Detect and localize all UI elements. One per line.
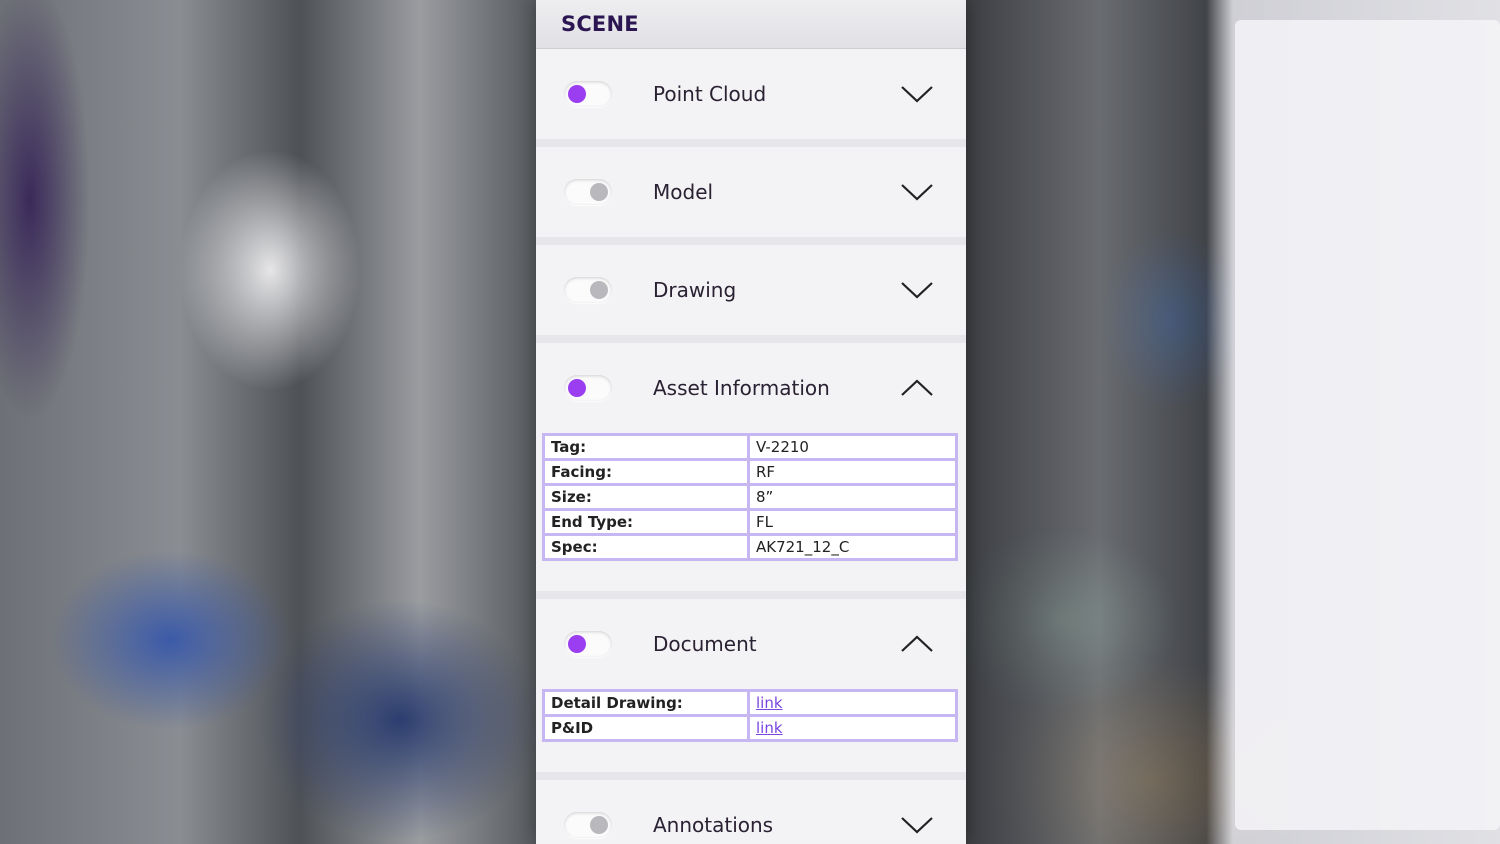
table-row: Size: 8” <box>545 486 955 508</box>
asset-information-table: Tag: V-2210 Facing: RF Size: 8” End Type… <box>542 433 958 561</box>
row-value: FL <box>750 511 955 533</box>
scene-panel: SCENE Point Cloud Model Drawing Asset In… <box>536 0 966 844</box>
pid-link[interactable]: link <box>756 719 783 737</box>
drawing-toggle[interactable] <box>564 277 612 303</box>
section-point-cloud: Point Cloud <box>536 49 966 147</box>
background-blurred-panel <box>1235 20 1500 830</box>
row-value: link <box>750 717 955 739</box>
toggle-knob <box>568 379 586 397</box>
row-value: AK721_12_C <box>750 536 955 558</box>
row-value: link <box>750 692 955 714</box>
chevron-up-icon[interactable] <box>900 634 934 654</box>
section-document: Document Detail Drawing: link P&ID link <box>536 599 966 780</box>
section-drawing: Drawing <box>536 245 966 343</box>
section-header-annotations[interactable]: Annotations <box>536 780 966 844</box>
point-cloud-toggle[interactable] <box>564 81 612 107</box>
detail-drawing-link[interactable]: link <box>756 694 783 712</box>
section-header-point-cloud[interactable]: Point Cloud <box>536 49 966 139</box>
panel-header: SCENE <box>536 0 966 49</box>
row-value: RF <box>750 461 955 483</box>
section-annotations: Annotations <box>536 780 966 844</box>
table-row: Facing: RF <box>545 461 955 483</box>
asset-information-label: Asset Information <box>653 376 830 400</box>
annotations-label: Annotations <box>653 813 774 837</box>
section-header-model[interactable]: Model <box>536 147 966 237</box>
row-value: V-2210 <box>750 436 955 458</box>
section-model: Model <box>536 147 966 245</box>
table-row: End Type: FL <box>545 511 955 533</box>
section-header-asset-information[interactable]: Asset Information <box>536 343 966 433</box>
point-cloud-label: Point Cloud <box>653 82 767 106</box>
table-row: Tag: V-2210 <box>545 436 955 458</box>
table-row: P&ID link <box>545 717 955 739</box>
annotations-toggle[interactable] <box>564 812 612 838</box>
toggle-knob <box>590 183 608 201</box>
section-header-document[interactable]: Document <box>536 599 966 689</box>
toggle-knob <box>568 635 586 653</box>
model-toggle[interactable] <box>564 179 612 205</box>
chevron-up-icon[interactable] <box>900 378 934 398</box>
toggle-knob <box>590 281 608 299</box>
row-key: P&ID <box>545 717 747 739</box>
row-key: Size: <box>545 486 747 508</box>
chevron-down-icon[interactable] <box>900 84 934 104</box>
asset-information-toggle[interactable] <box>564 375 612 401</box>
model-label: Model <box>653 180 714 204</box>
row-key: Spec: <box>545 536 747 558</box>
panel-title: SCENE <box>561 12 639 36</box>
section-asset-information: Asset Information Tag: V-2210 Facing: RF… <box>536 343 966 599</box>
section-header-drawing[interactable]: Drawing <box>536 245 966 335</box>
document-toggle[interactable] <box>564 631 612 657</box>
row-key: Facing: <box>545 461 747 483</box>
row-value: 8” <box>750 486 955 508</box>
chevron-down-icon[interactable] <box>900 280 934 300</box>
chevron-down-icon[interactable] <box>900 182 934 202</box>
row-key: Tag: <box>545 436 747 458</box>
drawing-label: Drawing <box>653 278 737 302</box>
document-table: Detail Drawing: link P&ID link <box>542 689 958 742</box>
row-key: Detail Drawing: <box>545 692 747 714</box>
toggle-knob <box>568 85 586 103</box>
document-label: Document <box>653 632 757 656</box>
chevron-down-icon[interactable] <box>900 815 934 835</box>
row-key: End Type: <box>545 511 747 533</box>
table-row: Spec: AK721_12_C <box>545 536 955 558</box>
toggle-knob <box>590 816 608 834</box>
table-row: Detail Drawing: link <box>545 692 955 714</box>
